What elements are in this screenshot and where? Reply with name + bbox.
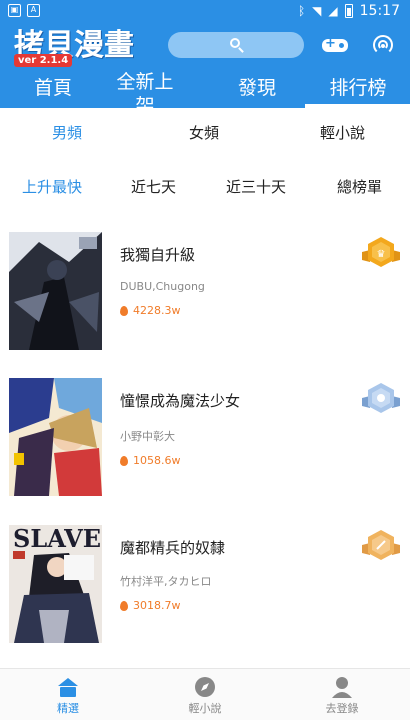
- ranking-item[interactable]: SLAVE 魔都精兵的奴隸 竹村洋平,タカヒロ 3018.7w: [0, 525, 410, 655]
- tab-new-releases[interactable]: 全新上架: [110, 70, 180, 108]
- bronze-medal-icon: [362, 529, 400, 563]
- home-icon: [58, 678, 78, 697]
- text-icon: A: [27, 4, 40, 17]
- heat-count: 4228.3w: [120, 304, 181, 317]
- heat-value: 1058.6w: [133, 454, 181, 467]
- rank-tab-rising[interactable]: 上升最快: [22, 176, 82, 197]
- gender-tab-female[interactable]: 女頻: [189, 122, 219, 143]
- status-time: 15:17: [359, 3, 400, 19]
- heat-value: 4228.3w: [133, 304, 181, 317]
- heat-count: 3018.7w: [120, 599, 181, 612]
- svg-text:♛: ♛: [377, 249, 386, 260]
- nav-light-novel-label: 輕小說: [188, 702, 222, 715]
- comic-title: 我獨自升級: [120, 246, 196, 264]
- ranking-item[interactable]: 我獨自升級 DUBU,Chugong 4228.3w ♛: [0, 232, 410, 362]
- search-bar[interactable]: [168, 32, 304, 58]
- heat-value: 3018.7w: [133, 599, 181, 612]
- tab-rankings[interactable]: 排行榜: [318, 70, 398, 108]
- broadcast-icon[interactable]: [370, 34, 396, 56]
- compass-icon: [195, 677, 215, 697]
- comic-cover[interactable]: [9, 378, 102, 496]
- comic-author: 小野中彰大: [120, 430, 175, 443]
- tab-home[interactable]: 首頁: [18, 70, 88, 108]
- main-tabs: 首頁 全新上架 發現 排行榜: [0, 70, 410, 108]
- nav-light-novel[interactable]: 輕小說: [165, 669, 245, 720]
- rank-tab-7days[interactable]: 近七天: [131, 176, 176, 197]
- comic-author: 竹村洋平,タカヒロ: [120, 575, 212, 588]
- nav-login[interactable]: 去登錄: [302, 669, 382, 720]
- search-icon: [230, 38, 240, 48]
- comic-cover[interactable]: SLAVE: [9, 525, 102, 643]
- gender-tab-male[interactable]: 男頻: [52, 122, 82, 143]
- signal-icon: ◢: [328, 4, 338, 18]
- gender-tab-light-novel[interactable]: 輕小說: [320, 122, 365, 143]
- bottom-nav: 精選 輕小說 去登錄: [0, 668, 410, 720]
- silver-medal-icon: [362, 382, 400, 416]
- image-icon: ▣: [8, 4, 21, 17]
- tab-discover[interactable]: 發現: [222, 70, 292, 108]
- gamepad-icon[interactable]: [322, 34, 348, 56]
- status-bar: ▣ A ᛒ ◥ ◢ 15:17: [0, 0, 410, 24]
- comic-author: DUBU,Chugong: [120, 280, 205, 293]
- rank-tab-overall[interactable]: 總榜單: [337, 176, 382, 197]
- nav-featured-label: 精選: [57, 702, 79, 715]
- heat-count: 1058.6w: [120, 454, 181, 467]
- flame-icon: [120, 455, 128, 466]
- wifi-icon: ◥: [312, 4, 322, 18]
- nav-featured[interactable]: 精選: [28, 669, 108, 720]
- tab-indicator: [305, 104, 410, 108]
- nav-login-label: 去登錄: [325, 702, 359, 715]
- user-icon: [332, 677, 352, 698]
- gold-medal-icon: ♛: [362, 236, 400, 270]
- ranking-item[interactable]: 憧憬成為魔法少女 小野中彰大 1058.6w: [0, 378, 410, 508]
- bluetooth-icon: ᛒ: [297, 4, 306, 18]
- flame-icon: [120, 305, 128, 316]
- comic-title: 憧憬成為魔法少女: [120, 392, 241, 410]
- rank-tab-30days[interactable]: 近三十天: [226, 176, 286, 197]
- battery-icon: [344, 4, 353, 18]
- comic-cover[interactable]: [9, 232, 102, 350]
- comic-title: 魔都精兵的奴隸: [120, 539, 226, 557]
- svg-text:SLAVE: SLAVE: [13, 525, 101, 553]
- flame-icon: [120, 600, 128, 611]
- version-badge: ver 2.1.4: [14, 54, 73, 67]
